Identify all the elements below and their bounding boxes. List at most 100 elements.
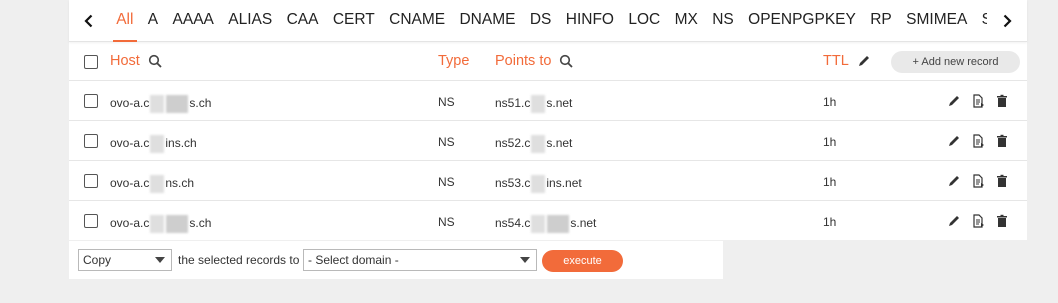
points-to-cell: ns54.c s.net xyxy=(495,215,596,233)
redaction-blur xyxy=(547,215,570,233)
search-icon[interactable] xyxy=(148,54,162,68)
points-text-end: s.net xyxy=(546,136,573,151)
type-cell: NS xyxy=(438,175,455,189)
row-actions xyxy=(947,214,1009,228)
copy-document-icon[interactable] xyxy=(971,94,985,108)
table-row: ovo-a.c ins.ch NS ns52.c s.net 1h xyxy=(69,121,1027,161)
points-to-cell: ns53.c ins.net xyxy=(495,175,582,193)
tab-alias[interactable]: ALIAS xyxy=(221,0,279,42)
host-text-start: ovo-a.c xyxy=(110,96,150,111)
points-text-start: ns52.c xyxy=(495,136,531,151)
host-cell: ovo-a.c ins.ch xyxy=(110,135,197,153)
domain-select-value: - Select domain - xyxy=(308,253,399,267)
tab-smimea[interactable]: SMIMEA xyxy=(899,0,975,42)
points-to-cell: ns51.c s.net xyxy=(495,95,572,113)
chevron-left-icon xyxy=(84,14,93,27)
edit-icon[interactable] xyxy=(947,214,961,228)
pencil-icon[interactable] xyxy=(857,54,871,68)
row-actions xyxy=(947,134,1009,148)
ttl-column-header[interactable]: TTL xyxy=(823,53,871,69)
tab-cert[interactable]: CERT xyxy=(326,0,382,42)
tabs-next-button[interactable] xyxy=(987,0,1027,42)
points-text-end: s.net xyxy=(570,216,597,231)
trash-icon[interactable] xyxy=(995,214,1009,228)
copy-document-icon[interactable] xyxy=(971,214,985,228)
tabs-prev-button[interactable] xyxy=(69,0,109,42)
copy-document-icon[interactable] xyxy=(971,174,985,188)
redaction-blur xyxy=(150,215,165,233)
edit-icon[interactable] xyxy=(947,134,961,148)
dropdown-caret-icon xyxy=(520,257,530,263)
trash-icon[interactable] xyxy=(995,174,1009,188)
row-checkbox[interactable] xyxy=(84,214,98,228)
edit-icon[interactable] xyxy=(947,94,961,108)
type-header-label: Type xyxy=(438,53,470,69)
points-text-end: s.net xyxy=(546,96,573,111)
table-row: ovo-a.c s.ch NS ns51.c s.net 1h xyxy=(69,81,1027,121)
domain-select[interactable]: - Select domain - xyxy=(303,249,537,271)
action-select-value: Copy xyxy=(83,253,112,267)
type-column-header[interactable]: Type xyxy=(438,53,469,69)
ttl-cell: 1h xyxy=(823,95,837,109)
dropdown-caret-icon xyxy=(155,257,165,263)
tab-a[interactable]: A xyxy=(141,0,166,42)
tab-ns[interactable]: NS xyxy=(705,0,741,42)
points-to-cell: ns52.c s.net xyxy=(495,135,572,153)
points-text-start: ns51.c xyxy=(495,96,531,111)
tab-hinfo[interactable]: HINFO xyxy=(559,0,622,42)
row-checkbox[interactable] xyxy=(84,94,98,108)
host-text-start: ovo-a.c xyxy=(110,176,150,191)
tab-ds[interactable]: DS xyxy=(523,0,559,42)
select-all-checkbox[interactable] xyxy=(84,55,98,69)
chevron-right-icon xyxy=(1003,14,1012,27)
host-text-end: s.ch xyxy=(189,96,212,111)
tab-cname[interactable]: CNAME xyxy=(382,0,452,42)
tab-mx[interactable]: MX xyxy=(667,0,705,42)
host-column-header[interactable]: Host xyxy=(110,53,162,69)
redaction-blur xyxy=(531,215,546,233)
redaction-blur xyxy=(150,175,165,193)
copy-document-icon[interactable] xyxy=(971,134,985,148)
host-header-label: Host xyxy=(110,53,140,69)
points-text-end: ins.net xyxy=(546,176,582,191)
tab-list: All A AAAA ALIAS CAA CERT CNAME DNAME DS HINFO LOC… xyxy=(109,0,987,42)
tab-loc[interactable]: LOC xyxy=(621,0,667,42)
row-checkbox[interactable] xyxy=(84,174,98,188)
add-new-record-button[interactable]: + Add new record xyxy=(891,51,1020,73)
host-text-start: ovo-a.c xyxy=(110,136,150,151)
execute-button[interactable]: execute xyxy=(542,250,623,272)
tab-dname[interactable]: DNAME xyxy=(452,0,522,42)
row-checkbox[interactable] xyxy=(84,134,98,148)
type-cell: NS xyxy=(438,135,455,149)
host-cell: ovo-a.c ns.ch xyxy=(110,175,194,193)
bulk-action-bar: Copy the selected records to - Select do… xyxy=(69,241,723,279)
host-cell: ovo-a.c s.ch xyxy=(110,95,211,113)
tab-caa[interactable]: CAA xyxy=(279,0,325,42)
action-select[interactable]: Copy xyxy=(78,249,172,271)
host-text-end: ns.ch xyxy=(165,176,195,191)
tab-aaaa[interactable]: AAAA xyxy=(165,0,221,42)
host-text-start: ovo-a.c xyxy=(110,216,150,231)
tab-all[interactable]: All xyxy=(109,0,141,42)
trash-icon[interactable] xyxy=(995,134,1009,148)
table-row: ovo-a.c ns.ch NS ns53.c ins.net 1h xyxy=(69,161,1027,201)
redaction-blur xyxy=(166,215,189,233)
tab-openpgpkey[interactable]: OPENPGPKEY xyxy=(741,0,863,42)
search-icon[interactable] xyxy=(559,54,574,68)
host-text-end: ins.ch xyxy=(165,136,197,151)
redaction-blur xyxy=(531,135,546,153)
row-actions xyxy=(947,94,1009,108)
redaction-blur xyxy=(531,175,546,193)
tab-spf[interactable]: SPF xyxy=(974,0,987,42)
type-cell: NS xyxy=(438,95,455,109)
tab-rp[interactable]: RP xyxy=(863,0,899,42)
trash-icon[interactable] xyxy=(995,94,1009,108)
ttl-cell: 1h xyxy=(823,135,837,149)
redaction-blur xyxy=(531,95,546,113)
points-to-column-header[interactable]: Points to xyxy=(495,53,574,69)
bulk-action-label: the selected records to xyxy=(178,253,300,267)
table-row: ovo-a.c s.ch NS ns54.c s.net 1h xyxy=(69,201,1027,241)
edit-icon[interactable] xyxy=(947,174,961,188)
ttl-cell: 1h xyxy=(823,215,837,229)
table-header: Host Type Points to TTL + Add new record xyxy=(69,42,1027,81)
